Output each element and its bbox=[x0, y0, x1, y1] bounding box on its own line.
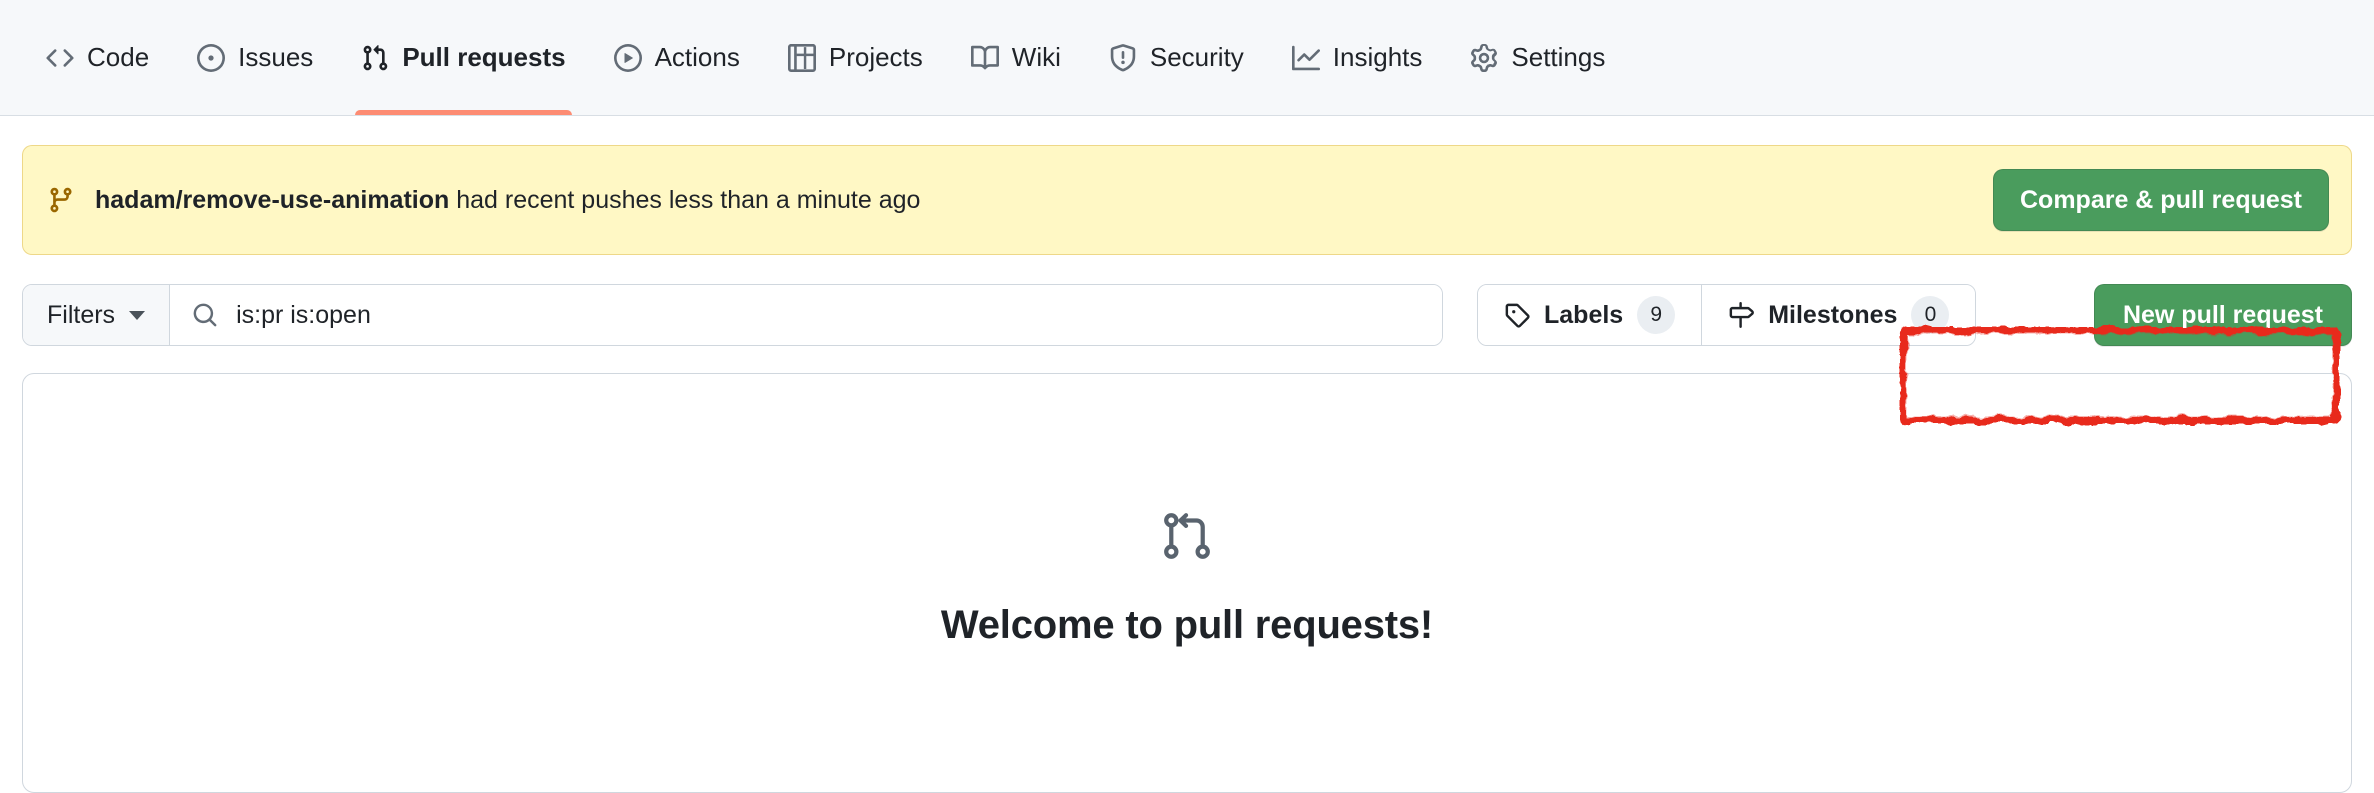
nav-item-label: Actions bbox=[654, 41, 740, 72]
filters-label: Filters bbox=[47, 300, 116, 329]
empty-state-title: Welcome to pull requests! bbox=[940, 603, 1434, 647]
book-icon bbox=[970, 44, 999, 72]
nav-item-label: Projects bbox=[828, 41, 923, 72]
nav-item-label: Issues bbox=[238, 41, 314, 72]
nav-item-code[interactable]: Code bbox=[22, 0, 173, 115]
milestones-label: Milestones bbox=[1768, 300, 1898, 329]
recent-push-banner: hadam/remove-use-animation had recent pu… bbox=[22, 145, 2352, 255]
recent-push-message: hadam/remove-use-animation had recent pu… bbox=[47, 184, 1993, 217]
milestones-count: 0 bbox=[1911, 296, 1950, 334]
new-pull-request-button[interactable]: New pull request bbox=[2093, 284, 2352, 346]
gear-icon bbox=[1470, 43, 1498, 72]
graph-icon bbox=[1291, 44, 1320, 72]
nav-item-label: Pull requests bbox=[402, 41, 566, 72]
nav-item-label: Insights bbox=[1332, 41, 1423, 72]
nav-item-projects[interactable]: Projects bbox=[764, 0, 947, 115]
git-branch-icon bbox=[47, 186, 75, 214]
search-input[interactable] bbox=[236, 300, 1420, 330]
compare-pull-request-button[interactable]: Compare & pull request bbox=[1993, 169, 2329, 231]
code-icon bbox=[46, 44, 74, 72]
nav-item-label: Security bbox=[1149, 41, 1244, 72]
nav-item-pull-requests[interactable]: Pull requests bbox=[337, 0, 589, 115]
git-pull-request-icon bbox=[361, 44, 389, 72]
labels-count: 9 bbox=[1637, 296, 1676, 334]
nav-item-actions[interactable]: Actions bbox=[590, 0, 764, 115]
table-icon bbox=[787, 43, 816, 72]
labels-label: Labels bbox=[1544, 300, 1624, 329]
repo-nav-list: Code Issues Pull requests Actions Projec… bbox=[22, 0, 1629, 115]
active-tab-underline bbox=[355, 110, 572, 115]
milestones-button[interactable]: Milestones 0 bbox=[1701, 285, 1976, 345]
nav-item-settings[interactable]: Settings bbox=[1446, 0, 1629, 115]
tag-icon bbox=[1504, 302, 1530, 328]
git-pull-request-icon bbox=[1158, 507, 1216, 565]
search-field-wrapper[interactable] bbox=[170, 285, 1442, 345]
filters-dropdown-button[interactable]: Filters bbox=[23, 285, 171, 345]
labels-button[interactable]: Labels 9 bbox=[1478, 285, 1702, 345]
nav-item-label: Settings bbox=[1511, 41, 1606, 72]
search-icon bbox=[192, 302, 218, 328]
branch-name: hadam/remove-use-animation bbox=[95, 185, 450, 214]
milestone-icon bbox=[1728, 302, 1755, 328]
nav-item-wiki[interactable]: Wiki bbox=[947, 0, 1085, 115]
nav-item-insights[interactable]: Insights bbox=[1268, 0, 1447, 115]
search-bar-group: Filters bbox=[22, 284, 1443, 346]
pull-requests-empty-state: Welcome to pull requests! bbox=[22, 373, 2352, 793]
push-text: hadam/remove-use-animation had recent pu… bbox=[95, 184, 920, 217]
filter-toolbar: Filters Labels 9 M bbox=[22, 284, 2352, 346]
page-content: hadam/remove-use-animation had recent pu… bbox=[0, 145, 2374, 793]
repo-navigation: Code Issues Pull requests Actions Projec… bbox=[0, 0, 2374, 116]
nav-item-security[interactable]: Security bbox=[1085, 0, 1268, 115]
nav-item-issues[interactable]: Issues bbox=[173, 0, 337, 115]
shield-icon bbox=[1109, 43, 1137, 72]
issue-icon bbox=[197, 43, 226, 72]
nav-item-label: Wiki bbox=[1011, 41, 1061, 72]
push-message-text: had recent pushes less than a minute ago bbox=[449, 185, 921, 214]
play-icon bbox=[613, 43, 642, 72]
labels-milestones-group: Labels 9 Milestones 0 bbox=[1477, 284, 1977, 346]
nav-item-label: Code bbox=[87, 41, 150, 72]
chevron-down-icon bbox=[129, 310, 146, 320]
